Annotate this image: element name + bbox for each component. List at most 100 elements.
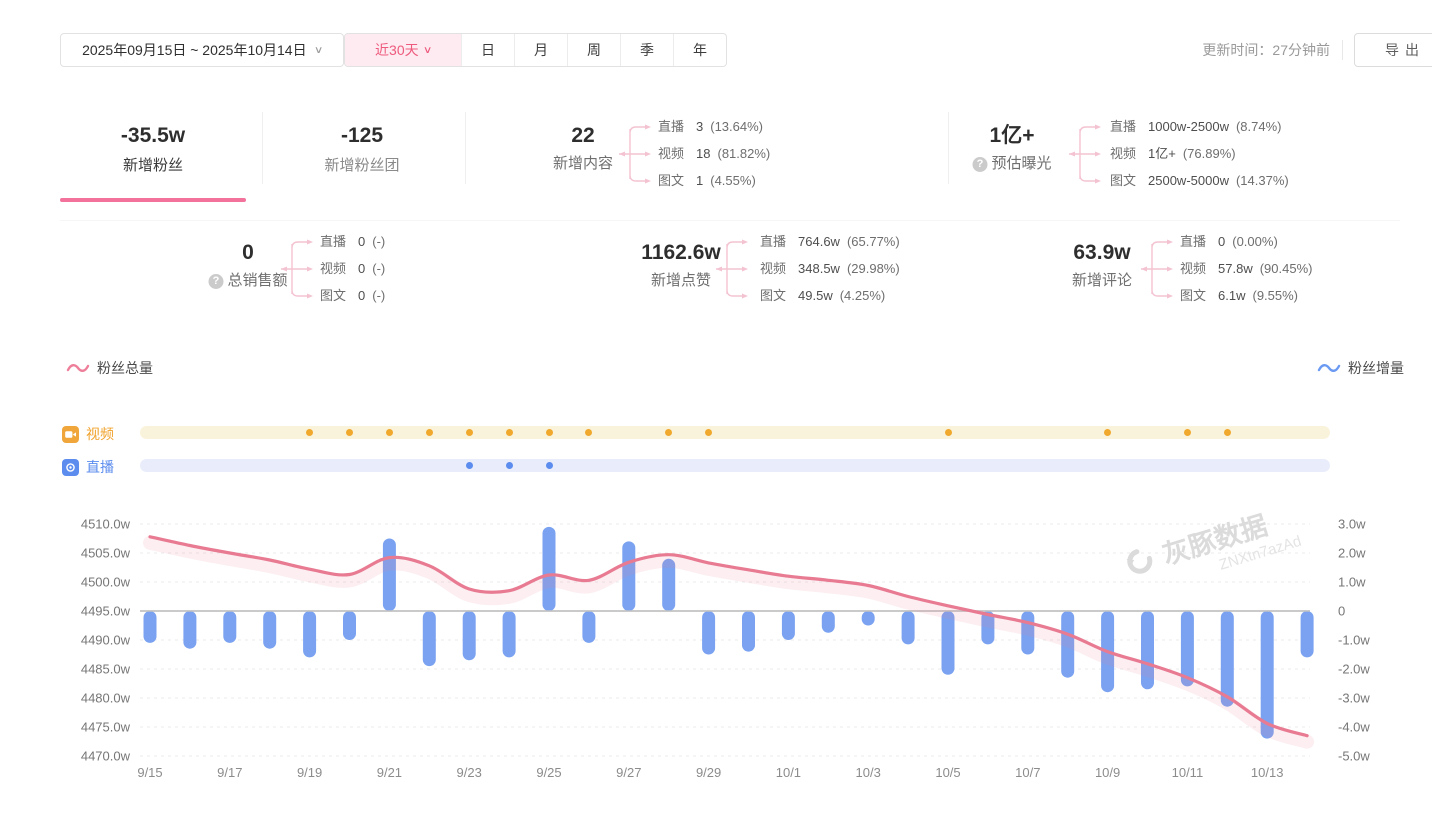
est-exposure-label: 预估曝光 [991, 153, 1051, 175]
fans-trend-chart[interactable]: 4510.0w3.0w4505.0w2.0w4500.0w1.0w4495.0w… [0, 505, 1432, 805]
fan-delta-bar [343, 611, 356, 640]
stat-separator [948, 112, 949, 184]
video-event-dot[interactable] [506, 429, 513, 436]
help-icon[interactable]: ? [972, 157, 987, 172]
fan-delta-bar [423, 611, 436, 666]
new-content-value: 22 [553, 123, 613, 149]
chevron-down-icon: ∨ [314, 45, 324, 56]
toolbar-divider [1342, 40, 1343, 60]
svg-text:9/17: 9/17 [217, 765, 242, 780]
breakdown-row: 直播1000w-2500w(8.74%) [1110, 113, 1289, 140]
tab-day[interactable]: 日 [461, 34, 514, 66]
svg-text:10/11: 10/11 [1172, 765, 1204, 780]
breakdown-connector [1140, 237, 1176, 301]
fan-delta-bars[interactable] [144, 527, 1314, 739]
legend-fan-delta[interactable]: 粉丝增量 [1317, 358, 1404, 378]
video-icon [62, 426, 79, 443]
breakdown-row: 视频57.8w(90.45%) [1180, 255, 1312, 282]
video-event-dot[interactable] [466, 429, 473, 436]
tab-quarter[interactable]: 季 [620, 34, 673, 66]
tab-year[interactable]: 年 [673, 34, 726, 66]
breakdown-row: 视频0(-) [320, 255, 385, 282]
breakdown-row: 直播3(13.64%) [658, 113, 770, 140]
fan-delta-bar [543, 527, 556, 611]
svg-text:4485.0w: 4485.0w [81, 662, 131, 677]
new-comments-breakdown: 直播0(0.00%) 视频57.8w(90.45%) 图文6.1w(9.55%) [1180, 228, 1312, 309]
breakdown-row: 直播0(-) [320, 228, 385, 255]
svg-text:9/15: 9/15 [137, 765, 162, 780]
total-fans-line [150, 537, 1307, 736]
fan-delta-bar [942, 611, 955, 675]
fan-delta-bar [1301, 611, 1314, 657]
tab-week[interactable]: 周 [567, 34, 620, 66]
video-event-dot[interactable] [945, 429, 952, 436]
svg-text:-2.0w: -2.0w [1338, 662, 1370, 677]
video-event-dot[interactable] [346, 429, 353, 436]
video-event-dot[interactable] [546, 429, 553, 436]
stat-card-total-sales[interactable]: 0 ?总销售额 [208, 240, 287, 292]
video-event-dot[interactable] [426, 429, 433, 436]
breakdown-row: 视频348.5w(29.98%) [760, 255, 900, 282]
period-segmented-control: 近30天 ∨ 日 月 周 季 年 [344, 33, 727, 67]
help-icon[interactable]: ? [208, 274, 223, 289]
breakdown-row: 视频18(81.82%) [658, 140, 770, 167]
fan-delta-bar [782, 611, 795, 640]
svg-text:10/13: 10/13 [1251, 765, 1284, 780]
video-event-dot[interactable] [585, 429, 592, 436]
svg-text:9/21: 9/21 [377, 765, 402, 780]
svg-text:10/1: 10/1 [776, 765, 801, 780]
live-event-dot[interactable] [466, 462, 473, 469]
date-range-value: 2025年09月15日 ~ 2025年10月14日 [82, 40, 307, 60]
breakdown-connector [280, 237, 316, 301]
video-event-dot[interactable] [705, 429, 712, 436]
breakdown-row: 图文2500w-5000w(14.37%) [1110, 167, 1289, 194]
stat-card-new-comments[interactable]: 63.9w 新增评论 [1072, 240, 1132, 292]
video-events-track[interactable] [140, 426, 1330, 439]
fan-delta-bar [862, 611, 875, 626]
live-events-track[interactable] [140, 459, 1330, 472]
svg-text:10/3: 10/3 [856, 765, 881, 780]
video-event-dot[interactable] [386, 429, 393, 436]
stat-card-new-content[interactable]: 22 新增内容 [553, 123, 613, 175]
live-track-label: 直播 [62, 457, 114, 477]
fan-delta-bar [144, 611, 157, 643]
tab-month[interactable]: 月 [514, 34, 567, 66]
breakdown-row: 视频1亿+(76.89%) [1110, 140, 1289, 167]
svg-text:9/29: 9/29 [696, 765, 721, 780]
svg-text:4500.0w: 4500.0w [81, 575, 131, 590]
fan-delta-bar [223, 611, 236, 643]
svg-text:-4.0w: -4.0w [1338, 720, 1370, 735]
updated-time-label: 更新时间：27分钟前 [1130, 33, 1330, 67]
svg-text:2.0w: 2.0w [1338, 546, 1366, 561]
stat-group-est-exposure: 1亿+ ?预估曝光 直播1000w-2500w(8.74%) 视频1亿+(76.… [960, 100, 1430, 200]
live-icon [62, 459, 79, 476]
new-fan-club-label: 新增粉丝团 [277, 155, 447, 177]
new-likes-value: 1162.6w [641, 240, 720, 266]
stat-card-new-likes[interactable]: 1162.6w 新增点赞 [641, 240, 720, 292]
video-event-dot[interactable] [306, 429, 313, 436]
live-event-dot[interactable] [506, 462, 513, 469]
svg-text:4470.0w: 4470.0w [81, 749, 131, 764]
legend-total-fans[interactable]: 粉丝总量 [66, 358, 153, 378]
fan-delta-bar [822, 611, 835, 633]
stat-separator [465, 112, 466, 184]
fans-trend-chart-canvas[interactable]: 4510.0w3.0w4505.0w2.0w4500.0w1.0w4495.0w… [0, 505, 1432, 805]
video-event-dot[interactable] [1184, 429, 1191, 436]
video-event-dot[interactable] [1104, 429, 1111, 436]
stat-card-new-fans[interactable]: -35.5w 新增粉丝 [60, 100, 246, 204]
svg-text:-3.0w: -3.0w [1338, 691, 1370, 706]
total-sales-value: 0 [208, 240, 287, 266]
new-comments-value: 63.9w [1072, 240, 1132, 266]
video-event-dot[interactable] [665, 429, 672, 436]
live-event-dot[interactable] [546, 462, 553, 469]
stat-card-est-exposure[interactable]: 1亿+ ?预估曝光 [972, 123, 1051, 175]
export-button[interactable]: 导出 [1354, 33, 1432, 67]
new-content-breakdown: 直播3(13.64%) 视频18(81.82%) 图文1(4.55%) [658, 113, 770, 194]
svg-text:9/27: 9/27 [616, 765, 641, 780]
quick-range-last30days[interactable]: 近30天 ∨ [345, 34, 461, 66]
video-event-dot[interactable] [1224, 429, 1231, 436]
svg-text:-1.0w: -1.0w [1338, 633, 1370, 648]
date-range-picker[interactable]: 2025年09月15日 ~ 2025年10月14日 ∨ [60, 33, 344, 67]
stat-card-new-fan-club[interactable]: -125 新增粉丝团 [277, 100, 447, 204]
breakdown-row: 直播0(0.00%) [1180, 228, 1312, 255]
